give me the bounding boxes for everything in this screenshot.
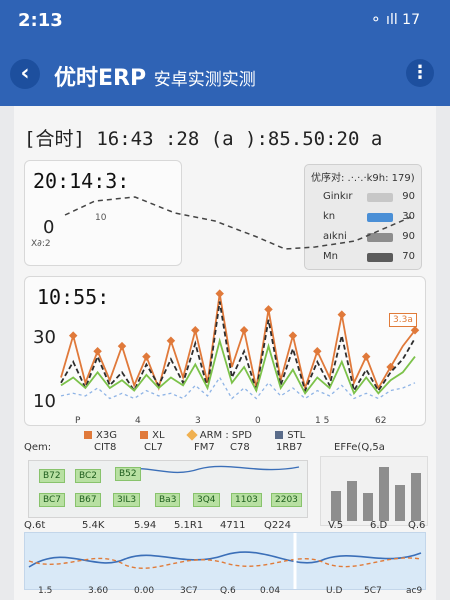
tag-chip[interactable]: 1103	[231, 493, 262, 507]
mini-bar	[411, 473, 421, 521]
series-legend-item: X3G	[84, 430, 117, 441]
metric-label: CL7	[144, 442, 163, 453]
value-label: Q.6t	[24, 520, 46, 531]
tag-chip[interactable]: 3Q4	[193, 493, 220, 507]
data-point-marker	[264, 305, 273, 314]
data-point-marker	[361, 352, 371, 361]
data-point-marker	[142, 352, 151, 361]
bottom-trend-svg	[28, 533, 422, 589]
tag-trend-line	[118, 465, 300, 474]
mini-bar	[331, 491, 341, 521]
bottom-axis-label: 0.00	[134, 586, 155, 596]
x-tick-label: 4	[135, 416, 141, 425]
tag-chip[interactable]: B52	[115, 467, 141, 481]
mini-bar-svg	[331, 467, 421, 521]
mini-bar	[395, 485, 405, 521]
bottom-trend-chart	[24, 532, 426, 590]
bottom-axis-label: 0.04	[260, 586, 281, 596]
tag-chip[interactable]: BC7	[39, 493, 66, 507]
bottom-axis-label: 1.5	[38, 586, 53, 596]
metric-label: FM7	[194, 442, 215, 453]
value-label: V.5	[328, 520, 344, 531]
data-point-marker	[239, 326, 249, 335]
timestamp: [合时] 16:43 :28 (a ):85.50:20 a	[24, 128, 383, 150]
bottom-axis-label: 5C7	[364, 586, 382, 596]
tag-chip[interactable]: BC2	[75, 469, 102, 483]
app-subtitle: 安卓实测实测	[153, 70, 256, 90]
tag-chip[interactable]: B72	[39, 469, 65, 483]
main-line-chart: P 4 3 0 1 5 62	[60, 289, 420, 425]
bottom-axis-label: ac9	[406, 586, 423, 596]
data-point-marker	[166, 336, 176, 346]
x-tick-label: 62	[375, 416, 386, 425]
main-chart-panel: 10:55: 30 10 3.3a P4301 5 62	[24, 196, 426, 426]
series-legend-item: XL	[140, 430, 165, 441]
data-point-marker	[191, 326, 200, 335]
tag-grid: B72 BC2 B52 BC7 B67 3IL3 Ba3 3Q4 1103 22…	[28, 460, 308, 518]
bottom-axis-label: 3.60	[88, 586, 109, 596]
tag-chip[interactable]: Ba3	[155, 493, 181, 507]
value-label: Q224	[264, 520, 291, 531]
metric-label: Qem:	[24, 442, 52, 453]
x-tick-label: 3	[195, 416, 201, 425]
value-label: 5.4K	[82, 520, 105, 531]
value-label: 4711	[220, 520, 246, 531]
value-label: Q.6	[408, 520, 426, 531]
tag-chip[interactable]: B67	[75, 493, 101, 507]
data-point-marker	[288, 331, 298, 340]
metric-label: C78	[230, 442, 250, 453]
x-tick-label: P	[75, 416, 81, 425]
data-point-marker	[337, 310, 347, 319]
x-tick-label: 1 5	[315, 416, 329, 425]
data-point-marker	[313, 347, 322, 356]
status-bar: 2:13 ⚬ ıll 17	[0, 0, 450, 40]
back-icon: ‹	[20, 61, 30, 86]
series-legend: X3G XL ARM : SPD STL	[84, 429, 325, 441]
page-title: 优时ERP 安卓实测实测	[54, 60, 256, 92]
status-time: 2:13	[18, 10, 63, 31]
data-point-marker	[93, 347, 102, 356]
x-tick-label: 0	[255, 416, 261, 425]
app-bar: ‹ 优时ERP 安卓实测实测 ⋮	[0, 40, 450, 106]
tag-chip[interactable]: 2203	[271, 493, 302, 507]
value-label: 5.1R1	[174, 520, 204, 531]
metric-label: CIT8	[94, 442, 117, 453]
value-label: 6.D	[370, 520, 388, 531]
mini-bar-chart	[320, 456, 428, 526]
mini-bar	[379, 467, 389, 521]
mini-bar	[363, 493, 373, 521]
bottom-axis-label: Q.6	[220, 586, 236, 596]
series-legend-item: STL	[275, 430, 305, 441]
dashboard-content: [合时] 16:43 :28 (a ):85.50:20 a 20:14:3: …	[14, 106, 436, 600]
status-icons: ⚬ ıll 17	[369, 12, 420, 28]
back-button[interactable]: ‹	[10, 59, 40, 89]
data-point-marker	[68, 331, 78, 340]
metric-label: 1RB7	[276, 442, 303, 453]
metric-label: EFFe(Q,5a	[334, 442, 385, 453]
app-title: 优时ERP	[54, 66, 147, 91]
data-point-marker	[215, 289, 224, 298]
top-dashed-line	[64, 196, 412, 250]
bottom-axis-label: U.D	[326, 586, 343, 596]
mini-bar	[347, 481, 357, 521]
data-point-marker	[117, 341, 127, 351]
bottom-axis-label: 3C7	[180, 586, 198, 596]
more-menu-button[interactable]: ⋮	[406, 59, 434, 87]
series-legend-item: ARM : SPD	[186, 429, 252, 441]
value-label: 5.94	[134, 520, 157, 531]
more-icon: ⋮	[411, 62, 429, 83]
tag-chip[interactable]: 3IL3	[113, 493, 141, 507]
phone-screen: 2:13 ⚬ ıll 17 ‹ 优时ERP 安卓实测实测 ⋮ [合时] 16:4…	[0, 0, 450, 600]
